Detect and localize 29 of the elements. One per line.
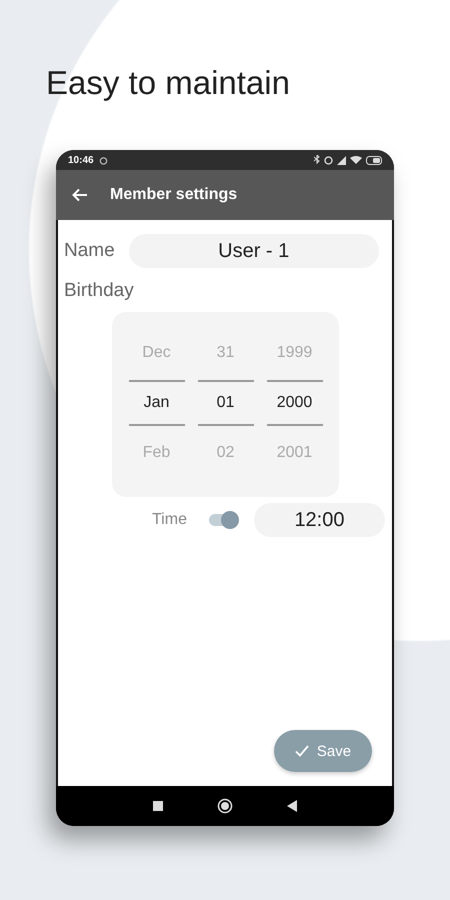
time-label: Time [152,511,187,529]
wifi-icon [350,156,362,164]
name-field[interactable]: User - 1 [128,234,379,268]
signal-icon [337,156,346,164]
picker-item[interactable]: 01 [198,380,254,426]
picker-item[interactable]: 2001 [266,440,322,466]
screen-title: Member settings [110,186,238,204]
picker-item[interactable]: Dec [128,340,184,366]
check-icon [294,745,309,757]
picker-item[interactable]: Feb [128,440,184,466]
battery-icon [366,156,382,164]
time-switch[interactable] [208,511,239,529]
birthday-label: Birthday [64,280,135,302]
picker-item[interactable]: 02 [198,440,254,466]
headline: Easy to maintain [46,64,290,102]
save-button[interactable]: Save [274,730,372,772]
picker-item[interactable]: 2000 [266,380,322,426]
picker-item[interactable]: Jan [128,380,184,426]
back-icon[interactable] [72,188,88,202]
home-icon[interactable] [217,798,233,814]
alarm-icon [98,156,108,164]
name-label: Name [64,240,115,262]
status-time: 10:46 [68,154,94,166]
alarm-status-icon [324,156,333,164]
picker-item[interactable]: 1999 [266,340,322,366]
back-triangle-icon[interactable] [287,800,297,812]
picker-item[interactable]: 31 [198,340,254,366]
time-field[interactable]: 12:00 [254,503,385,537]
bluetooth-icon [314,155,320,165]
